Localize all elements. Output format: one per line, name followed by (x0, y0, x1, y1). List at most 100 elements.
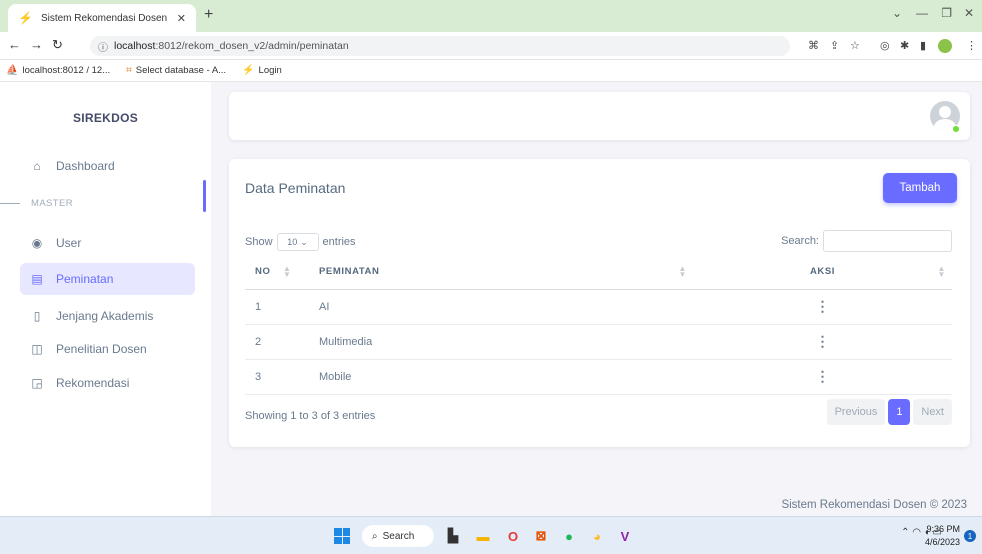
active-indicator (203, 180, 206, 212)
close-icon[interactable]: ✕ (177, 12, 186, 25)
column-label: NO (255, 266, 271, 278)
chrome-icon[interactable]: ◕ (586, 525, 608, 547)
profile-icon[interactable] (938, 39, 952, 53)
show-label: Show (245, 236, 273, 248)
reload-icon[interactable]: ↻ (52, 37, 63, 53)
add-button[interactable]: Tambah (883, 173, 957, 203)
visual-studio-icon[interactable]: V (614, 525, 636, 547)
opera-icon[interactable]: O (502, 525, 524, 547)
bookmark-item[interactable]: ⚡ Login (242, 65, 282, 76)
bolt-icon: ⚡ (18, 11, 33, 25)
column-label: PEMINATAN (319, 266, 380, 278)
length-select[interactable]: 10 ⌄ (276, 233, 319, 251)
table-row: 3 Mobile ⋮ (245, 359, 952, 395)
divider (0, 203, 20, 204)
phpmyadmin-icon: ⛵ (6, 65, 19, 76)
sidebar-item-peminatan[interactable]: ▤ Peminatan (20, 263, 195, 295)
extensions-icon[interactable]: ✱ (900, 39, 909, 52)
star-icon[interactable]: ☆ (850, 39, 860, 52)
top-navbar (229, 92, 970, 140)
user-circle-icon: ◉ (31, 236, 43, 250)
browser-tab[interactable]: ⚡ Sistem Rekomendasi Dosen ✕ (8, 4, 196, 32)
sidebar: SIREKDOS ⌂ Dashboard MASTER ◉ User ▤ Pem… (0, 82, 211, 516)
share-icon[interactable]: ⇪ (830, 39, 839, 52)
kebab-menu-icon[interactable]: ⋮ (816, 368, 830, 384)
bookmark-label: localhost:8012 / 12... (22, 65, 111, 76)
bookmark-label: Select database - A... (135, 65, 227, 76)
cell-no: 2 (245, 324, 303, 360)
bookmark-item[interactable]: ⛵ localhost:8012 / 12... (6, 65, 110, 76)
search-control: Search: (781, 230, 952, 252)
url-bar[interactable]: ⓘ localhost :8012/rekom_dosen_v2/admin/p… (90, 36, 790, 56)
sidebar-item-label: Jenjang Akademis (56, 309, 154, 323)
sidebar-item-label: Rekomendasi (56, 376, 130, 390)
peminatan-table: NO ▲ ▼ PEMINATAN ▲ ▼ AKSI ▲ ▼ 1 AI ⋮ 2 M… (245, 255, 952, 395)
tab-title: Sistem Rekomendasi Dosen (40, 12, 168, 24)
chevron-down-icon[interactable]: ⌄ (892, 6, 902, 20)
sidebar-item-jenjang-akademis[interactable]: ▯ Jenjang Akademis (20, 300, 195, 332)
report-icon: ◲ (31, 376, 43, 390)
clock-date: 4/6/2023 (924, 537, 960, 547)
url-path: :8012/rekom_dosen_v2/admin/peminatan (155, 40, 349, 52)
table-info: Showing 1 to 3 of 3 entries (245, 410, 376, 422)
taskbar-search-label: Search (382, 530, 415, 542)
sidebar-item-dashboard[interactable]: ⌂ Dashboard (20, 150, 195, 182)
table-row: 2 Multimedia ⋮ (245, 324, 952, 360)
column-header-aksi[interactable]: AKSI ▲ ▼ (693, 255, 952, 290)
windows-start-icon[interactable] (334, 528, 350, 544)
sidebar-item-label: User (56, 236, 82, 250)
previous-button[interactable]: Previous (826, 399, 886, 425)
sort-icon: ▲ ▼ (283, 264, 292, 279)
browser-tab-bar: ⚡ Sistem Rekomendasi Dosen ✕ + ⌄ — ❐ ✕ (0, 0, 982, 32)
sidebar-item-user[interactable]: ◉ User (20, 227, 195, 259)
sidebar-item-rekomendasi[interactable]: ◲ Rekomendasi (20, 367, 195, 399)
entries-label: entries (322, 236, 356, 248)
cell-no: 3 (245, 359, 303, 395)
database-icon: ⌗ (126, 65, 132, 76)
back-icon[interactable]: ← (8, 37, 21, 52)
notification-badge[interactable]: 1 (964, 530, 976, 542)
column-label: AKSI (809, 266, 836, 278)
file-explorer-icon[interactable]: ▬ (472, 525, 494, 547)
cell-no: 1 (245, 289, 303, 325)
search-input[interactable] (823, 230, 952, 252)
peminatan-card: Data Peminatan Tambah Show 10 ⌄ entries … (229, 159, 970, 447)
kebab-menu-icon[interactable]: ⋮ (816, 333, 830, 349)
info-icon[interactable]: ⓘ (98, 39, 108, 54)
online-status-dot (952, 125, 960, 133)
length-value: 10 (287, 237, 298, 247)
address-toolbar: ← → ↻ ⓘ localhost :8012/rekom_dosen_v2/a… (0, 32, 982, 60)
home-icon: ⌂ (33, 159, 41, 173)
sidebar-item-penelitian-dosen[interactable]: ◫ Penelitian Dosen (20, 333, 195, 365)
translate-icon[interactable]: ⌘ (808, 39, 819, 52)
spotify-icon[interactable]: ● (558, 525, 580, 547)
taskbar-search[interactable]: ⌕ Search (362, 525, 434, 547)
clock-time: 9:36 PM (926, 524, 960, 534)
cell-peminatan: Mobile (303, 359, 693, 395)
sidebar-item-label: Peminatan (56, 272, 114, 286)
restore-icon[interactable]: ❐ (941, 6, 952, 20)
task-view-icon[interactable]: ▙ (442, 525, 464, 547)
new-tab-icon[interactable]: + (204, 6, 213, 24)
kebab-menu-icon[interactable]: ⋮ (816, 298, 830, 314)
column-header-peminatan[interactable]: PEMINATAN ▲ ▼ (303, 255, 693, 290)
minimize-icon[interactable]: — (916, 6, 928, 20)
brand-logo[interactable]: SIREKDOS (0, 111, 211, 125)
open-book-icon: ◫ (31, 342, 43, 356)
bookmark-item[interactable]: ⌗ Select database - A... (126, 65, 226, 76)
bookmark-label: Login (258, 65, 282, 76)
taskbar-clock[interactable]: 9:36 PM 4/6/2023 (925, 523, 960, 549)
more-icon[interactable]: ⋮ (966, 39, 977, 52)
clipboard-icon: ▤ (31, 272, 43, 286)
next-button[interactable]: Next (913, 399, 952, 425)
window-close-icon[interactable]: ✕ (964, 6, 974, 20)
camera-icon[interactable]: ◎ (880, 39, 890, 52)
footer-text: Sistem Rekomendasi Dosen © 2023 (781, 499, 967, 511)
sidepanel-icon[interactable]: ▮ (920, 39, 926, 52)
column-header-no[interactable]: NO ▲ ▼ (245, 255, 303, 290)
page-1-button[interactable]: 1 (888, 399, 911, 425)
url-host: localhost (114, 40, 156, 52)
xampp-icon[interactable]: ⊠ (530, 525, 552, 547)
forward-icon[interactable]: → (30, 37, 43, 52)
card-title: Data Peminatan (245, 180, 346, 196)
